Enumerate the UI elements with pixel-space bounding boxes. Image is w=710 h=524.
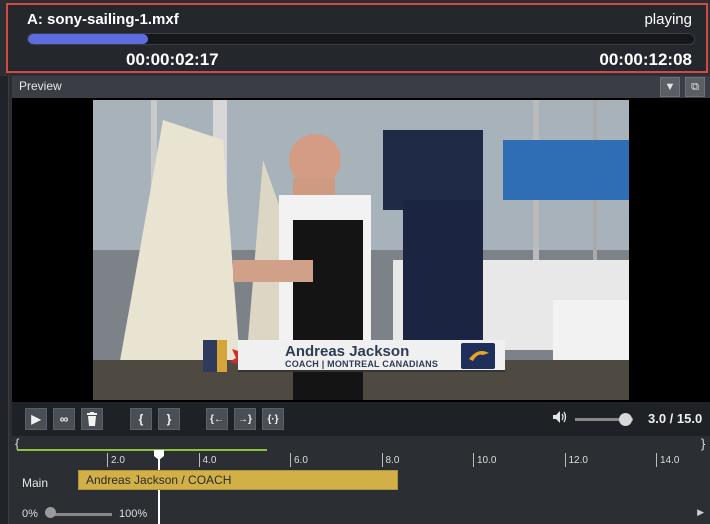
zoom-slider-knob[interactable] [45,507,56,518]
zoom-slider[interactable] [48,513,112,516]
zoom-max-label: 100% [119,508,148,520]
video-frame: Andreas Jackson COACH | MONTREAL CANADIA… [93,100,629,400]
ruler-tick-label: 6.0 [294,455,308,466]
playhead-line [158,458,160,524]
preview-title: Preview [19,79,62,93]
transport-controls: ▶ ∞ { } {← →} {·} 3.0 / 15.0 [12,402,710,436]
left-panel-edge [0,76,9,524]
volume-slider-knob[interactable] [619,413,633,426]
overlay-name: Andreas Jackson [285,343,410,360]
playback-progress-fill [28,34,148,44]
ruler-tick [564,453,566,467]
overlay-role: COACH | MONTREAL CANADIANS [285,359,439,369]
scroll-right-icon[interactable]: ▶ [697,507,704,518]
playback-status-panel: A: sony-sailing-1.mxf playing 00:00:02:1… [6,3,708,73]
ruler-tick-label: 14.0 [660,455,680,466]
selection-range-bar [17,449,267,451]
ruler-tick [107,453,108,467]
play-state: playing [644,11,692,28]
timeline-ruler[interactable]: 2.0 4.0 6.0 8.0 10.0 12.0 14.0 [12,453,710,469]
volume-icon[interactable] [552,410,568,427]
mark-in-button[interactable]: { [130,408,152,430]
track-clip[interactable]: Andreas Jackson / COACH [78,470,398,490]
zoom-min-label: 0% [22,508,38,520]
trash-icon [87,412,97,426]
ruler-tick [656,453,657,467]
lower-third-graphic: Andreas Jackson COACH | MONTREAL CANADIA… [203,340,505,372]
triangle-down-icon[interactable]: ▼ [660,77,680,97]
clip-title: A: sony-sailing-1.mxf [27,11,179,28]
ruler-tick [473,453,474,467]
speed-display: 3.0 / 15.0 [648,411,703,426]
ruler-tick [290,453,291,467]
goto-out-button[interactable]: →} [234,408,256,430]
goto-in-button[interactable]: {← [206,408,228,430]
ruler-tick-label: 4.0 [202,455,217,466]
ruler-tick [381,453,383,467]
playback-progress-bar[interactable] [27,33,695,45]
ruler-tick-label: 10.0 [477,455,497,466]
ruler-tick [198,453,200,467]
track-label: Main [22,476,49,490]
total-timecode: 00:00:12:08 [599,50,692,69]
range-button[interactable]: {·} [262,408,284,430]
current-timecode: 00:00:02:17 [126,50,219,69]
popout-icon[interactable]: ⧉ [685,77,705,97]
team-logo-icon [461,343,495,369]
delete-button[interactable] [81,408,103,430]
ruler-tick-label: 12.0 [568,455,588,466]
mark-out-button[interactable]: } [158,408,180,430]
volume-slider[interactable] [575,413,633,426]
ruler-tick-label: 8.0 [385,455,400,466]
timeline-panel: { } 2.0 4.0 6.0 8.0 10.0 12.0 14.0 Main Andrea… [12,436,710,524]
timeline-end-bracket[interactable]: } [701,436,705,451]
ruler-tick-label: 2.0 [111,455,125,466]
play-button[interactable]: ▶ [25,408,47,430]
loop-button[interactable]: ∞ [53,408,75,430]
video-preview[interactable]: Andreas Jackson COACH | MONTREAL CANADIA… [12,98,710,402]
preview-header: Preview ▼ ⧉ [12,76,710,98]
